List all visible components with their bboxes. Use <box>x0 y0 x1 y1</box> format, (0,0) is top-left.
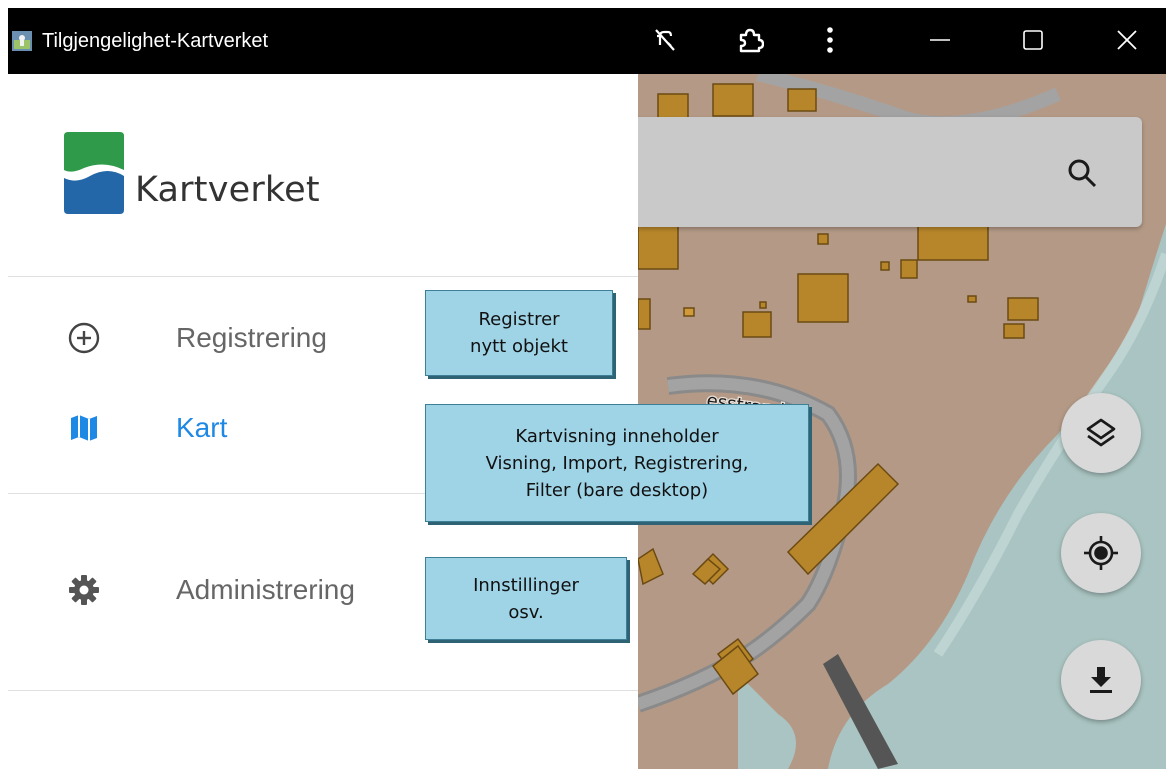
layers-icon <box>1086 418 1116 447</box>
tracking-prevention-icon[interactable] <box>645 20 685 60</box>
callout-text: Registrer nytt objekt <box>470 309 568 357</box>
download-icon <box>1090 667 1112 693</box>
maximize-icon[interactable] <box>1013 20 1053 60</box>
title-bar: Tilgjengelighet-Kartverket <box>8 8 1166 74</box>
nav-label: Kart <box>176 412 228 443</box>
nav-label: Administrering <box>176 574 355 605</box>
gear-icon <box>66 572 102 608</box>
search-icon[interactable] <box>1064 155 1100 191</box>
minimize-icon[interactable] <box>920 20 960 60</box>
more-options-icon[interactable] <box>810 20 850 60</box>
download-button[interactable] <box>1061 640 1141 720</box>
callout-kart: Kartvisning inneholder Visning, Import, … <box>425 404 809 522</box>
callout-administrering: Innstillinger osv. <box>425 557 627 640</box>
my-location-button[interactable] <box>1061 513 1141 593</box>
callout-text: Kartvisning inneholder Visning, Import, … <box>485 425 749 501</box>
my-location-icon <box>1084 536 1118 570</box>
close-icon[interactable] <box>1107 20 1147 60</box>
map-icon <box>66 410 102 446</box>
add-circle-icon <box>66 320 102 356</box>
callout-registrering: Registrer nytt objekt <box>425 290 613 376</box>
layers-button[interactable] <box>1061 393 1141 473</box>
extensions-icon[interactable] <box>730 20 770 60</box>
window-title: Tilgjengelighet-Kartverket <box>42 30 269 52</box>
search-bar[interactable] <box>638 117 1142 227</box>
kartverket-logo <box>64 132 124 214</box>
callout-text: Innstillinger osv. <box>473 574 579 623</box>
divider <box>8 690 638 691</box>
brand-name: Kartverket <box>135 170 320 210</box>
divider <box>8 276 638 277</box>
nav-label: Registrering <box>176 322 327 353</box>
app-icon <box>12 31 32 51</box>
